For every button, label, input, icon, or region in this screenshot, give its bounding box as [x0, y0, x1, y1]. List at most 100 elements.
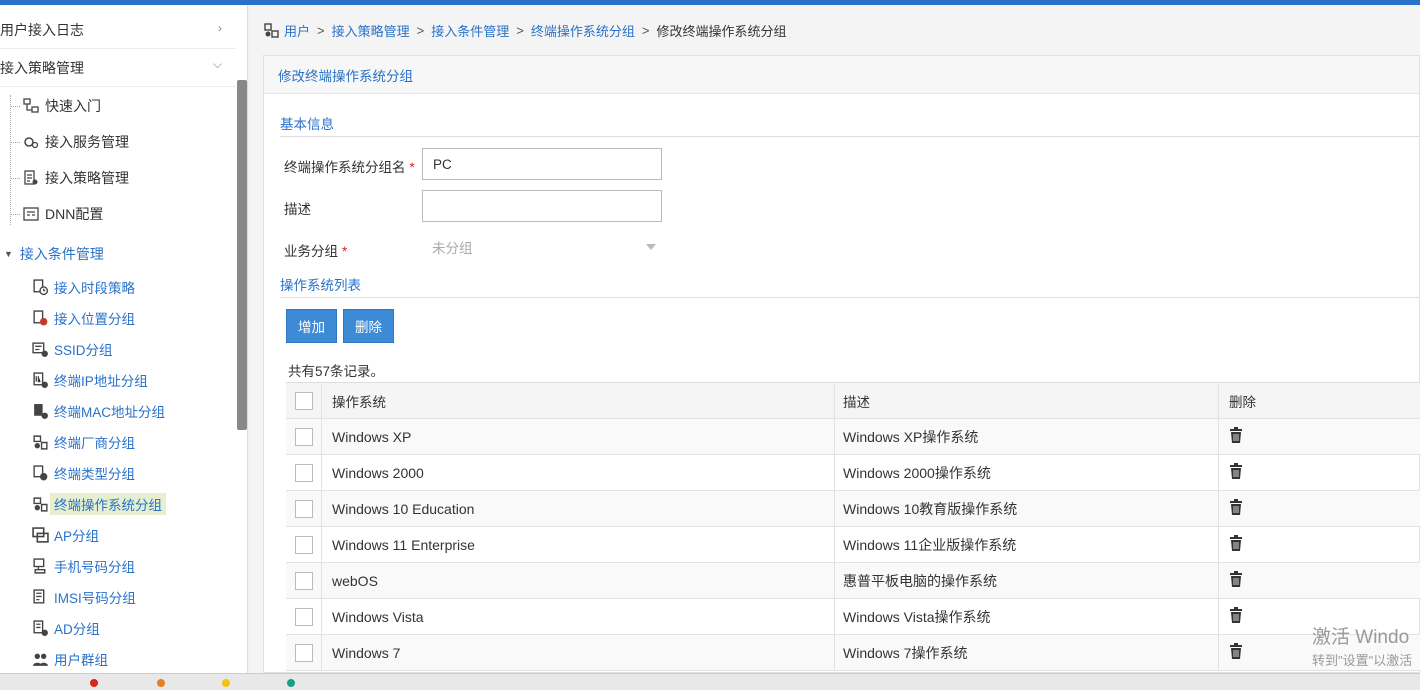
sidebar-scrollbar[interactable]	[237, 80, 247, 430]
trash-icon[interactable]	[1229, 571, 1243, 590]
row-checkbox[interactable]	[294, 571, 313, 590]
status-info-dot	[287, 679, 295, 687]
header-checkbox-cell	[286, 383, 322, 418]
header-delete: 删除	[1229, 394, 1256, 410]
breadcrumb-link-os-group[interactable]: 终端操作系统分组	[531, 21, 635, 40]
sidebar-group-label: 用户接入日志	[0, 21, 84, 38]
sidebar-item-ad-group[interactable]: AD分组	[30, 615, 100, 641]
section-divider	[280, 136, 1420, 137]
main-content: 用户 > 接入策略管理 > 接入条件管理 > 终端操作系统分组 > 修改终端操作…	[249, 5, 1420, 673]
sidebar-item-label: 终端MAC地址分组	[54, 405, 165, 420]
phone-group-icon	[30, 556, 50, 576]
user-group-icon	[30, 649, 50, 669]
table-row: Windows XP Windows XP操作系统	[286, 419, 1420, 455]
caret-down-icon	[646, 244, 656, 250]
trash-icon[interactable]	[1229, 643, 1243, 662]
sidebar-item-access-time-policy[interactable]: 接入时段策略	[30, 274, 135, 300]
breadcrumb-separator: >	[416, 23, 425, 38]
sidebar-item-terminal-mac-group[interactable]: 终端MAC地址分组	[30, 398, 165, 424]
add-button[interactable]: 增加	[286, 309, 337, 343]
sidebar-item-terminal-os-group[interactable]: 终端操作系统分组	[30, 491, 166, 517]
sidebar-item-user-group[interactable]: 用户群组	[30, 646, 108, 672]
section-divider	[280, 297, 1420, 298]
sidebar-item-phone-number-group[interactable]: 手机号码分组	[30, 553, 135, 579]
breadcrumb: 用户 > 接入策略管理 > 接入条件管理 > 终端操作系统分组 > 修改终端操作…	[263, 21, 786, 40]
ssid-group-icon	[30, 339, 50, 359]
group-name-input[interactable]: PC	[422, 148, 662, 180]
trash-icon[interactable]	[1229, 463, 1243, 482]
sidebar-group-access-policy[interactable]: 接入策略管理 ⌵	[0, 49, 236, 87]
cell-description: Windows 10教育版操作系统	[835, 491, 1219, 526]
sidebar-group-access-condition[interactable]: ▼ 接入条件管理	[4, 240, 104, 268]
sidebar-item-quick-start[interactable]: 快速入门	[22, 92, 101, 120]
breadcrumb-link-user[interactable]: 用户	[284, 21, 310, 40]
sidebar-item-dnn-config[interactable]: DNN配置	[22, 200, 103, 228]
sidebar-item-ssid-group[interactable]: SSID分组	[30, 336, 113, 362]
record-count: 共有57条记录。	[288, 364, 385, 379]
row-checkbox[interactable]	[294, 535, 313, 554]
row-checkbox[interactable]	[294, 607, 313, 626]
sidebar-item-ap-group[interactable]: AP分组	[30, 522, 99, 548]
business-group-label-text: 业务分组	[284, 244, 338, 259]
table-row: Windows 2000 Windows 2000操作系统	[286, 455, 1420, 491]
cell-description: Windows XP操作系统	[835, 419, 1219, 454]
row-checkbox[interactable]	[294, 643, 313, 662]
status-bar	[0, 673, 1420, 690]
sidebar-group-label: 接入策略管理	[0, 59, 84, 76]
breadcrumb-separator: >	[516, 23, 524, 38]
sidebar-item-access-service[interactable]: 接入服务管理	[22, 128, 129, 156]
cell-delete	[1219, 527, 1420, 562]
row-checkbox-cell	[286, 527, 322, 562]
trash-icon[interactable]	[1229, 427, 1243, 446]
header-os[interactable]: 操作系统	[322, 383, 835, 418]
ad-group-icon	[30, 618, 50, 638]
sidebar-group-user-access-log[interactable]: 用户接入日志 ›	[0, 11, 236, 49]
sidebar-item-access-location-group[interactable]: 接入位置分组	[30, 305, 135, 331]
description-input[interactable]	[422, 190, 662, 222]
sidebar-item-terminal-vendor-group[interactable]: 终端厂商分组	[30, 429, 135, 455]
sidebar-item-label: 终端操作系统分组	[50, 493, 166, 515]
row-checkbox[interactable]	[294, 463, 313, 482]
required-mark: *	[342, 244, 348, 259]
time-policy-icon	[30, 277, 50, 297]
os-table: 操作系统 描述 删除 Windows XP Windows XP操作系统 Win…	[286, 382, 1420, 671]
chevron-right-icon: ›	[218, 21, 222, 35]
trash-icon[interactable]	[1229, 607, 1243, 626]
table-row: Windows 11 Enterprise Windows 11企业版操作系统	[286, 527, 1420, 563]
business-group-label: 业务分组 *	[284, 240, 347, 260]
group-name-label: 终端操作系统分组名 *	[284, 156, 415, 176]
table-row: webOS 惠普平板电脑的操作系统	[286, 563, 1420, 599]
business-group-value: 未分组	[432, 241, 473, 256]
row-checkbox[interactable]	[294, 499, 313, 518]
breadcrumb-link-access-condition[interactable]: 接入条件管理	[431, 21, 509, 40]
table-row: Windows 7 Windows 7操作系统	[286, 635, 1420, 671]
trash-icon[interactable]	[1229, 499, 1243, 518]
cell-delete	[1219, 419, 1420, 454]
panel-title: 修改终端操作系统分组	[264, 56, 1419, 94]
trash-icon[interactable]	[1229, 535, 1243, 554]
service-gear-icon	[22, 133, 40, 151]
sidebar-item-terminal-type-group[interactable]: 终端类型分组	[30, 460, 135, 486]
sidebar-item-access-policy[interactable]: 接入策略管理	[22, 164, 129, 192]
delete-button[interactable]: 删除	[343, 309, 394, 343]
sidebar-item-imsi-group[interactable]: IMSI号码分组	[30, 584, 136, 610]
row-checkbox[interactable]	[294, 427, 313, 446]
ap-group-icon	[30, 525, 50, 545]
sidebar-item-label: AD分组	[54, 622, 100, 637]
sidebar-item-label: 终端IP地址分组	[54, 374, 148, 389]
breadcrumb-link-access-policy[interactable]: 接入策略管理	[332, 21, 410, 40]
row-checkbox-cell	[286, 455, 322, 490]
required-mark: *	[409, 160, 415, 175]
select-all-checkbox[interactable]	[294, 391, 313, 410]
sidebar-item-label: 终端厂商分组	[54, 436, 135, 451]
sidebar-item-terminal-ip-group[interactable]: 终端IP地址分组	[30, 367, 148, 393]
sidebar-item-label: 接入位置分组	[54, 312, 135, 327]
dnn-config-icon	[22, 205, 40, 223]
business-group-select[interactable]: 未分组	[422, 232, 662, 262]
header-description[interactable]: 描述	[835, 383, 1219, 418]
sidebar: 用户接入日志 › 接入策略管理 ⌵ 快速入门 接入服务管理 接入策略管理 DNN…	[0, 5, 248, 673]
group-name-label-text: 终端操作系统分组名	[284, 160, 406, 175]
chevron-down-icon: ⌵	[212, 57, 222, 71]
table-row: Windows Vista Windows Vista操作系统	[286, 599, 1420, 635]
sidebar-item-label: 终端类型分组	[54, 467, 135, 482]
